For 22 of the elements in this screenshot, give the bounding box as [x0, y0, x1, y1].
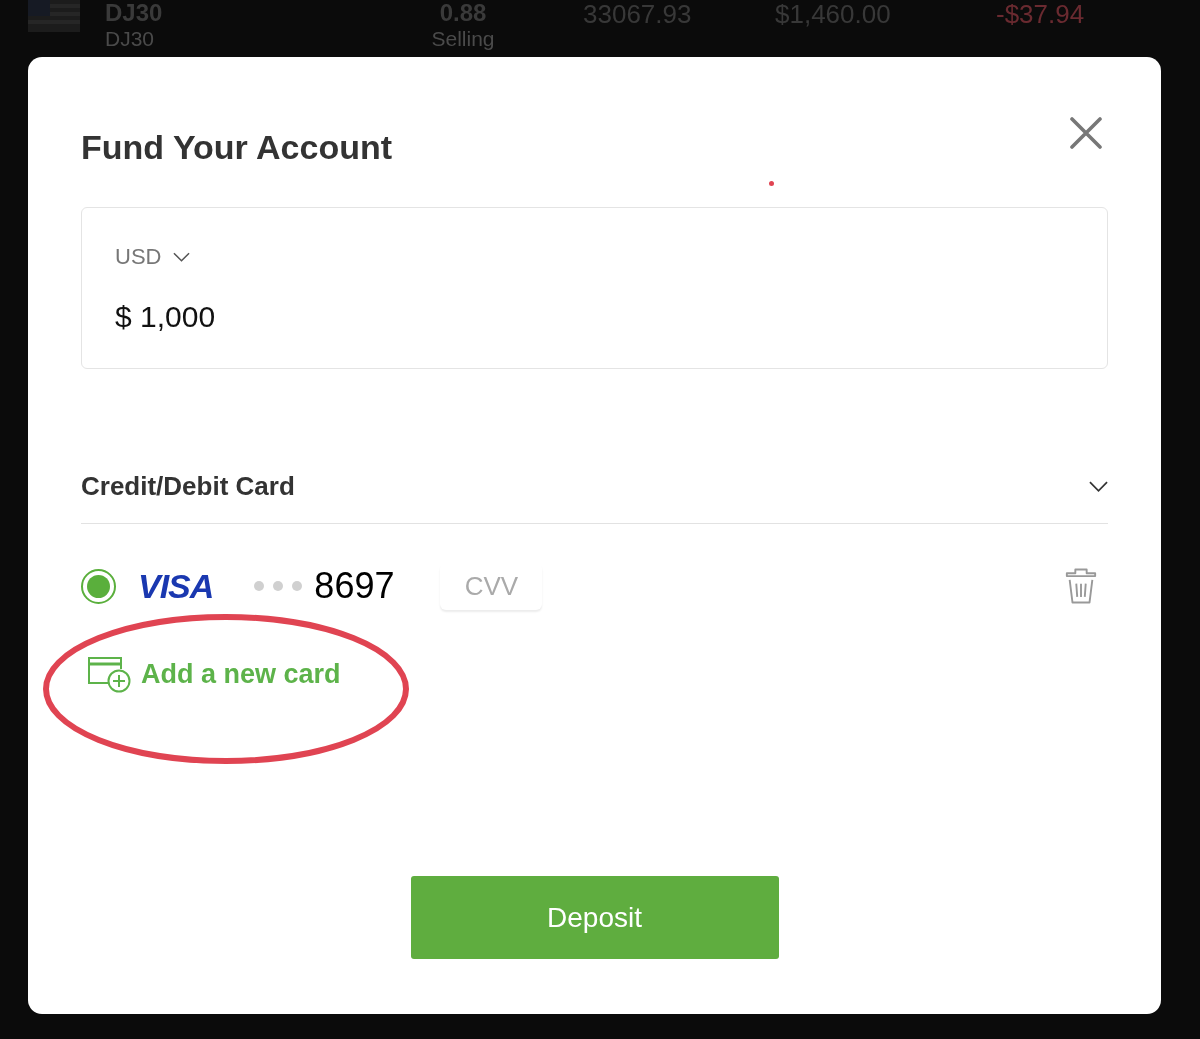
card-last-digits: 8697	[314, 566, 395, 606]
chevron-down-icon[interactable]	[1089, 480, 1108, 492]
currency-selector[interactable]: USD	[115, 243, 191, 271]
trash-icon[interactable]	[1064, 566, 1098, 606]
section-title: Credit/Debit Card	[81, 470, 295, 502]
ellipsis-icon	[253, 580, 304, 592]
cvv-field[interactable]: CVV	[440, 562, 543, 610]
add-card-link[interactable]: Add a new card	[87, 654, 341, 694]
flag-icon	[28, 0, 80, 32]
trade-side: Selling	[431, 26, 495, 51]
card-plus-icon	[87, 655, 131, 693]
card-brand-logo: VISA	[138, 568, 214, 604]
deposit-button[interactable]: Deposit	[410, 876, 779, 959]
dialog-title: Fund Your Account	[81, 127, 392, 167]
instrument-subtitle: DJ30	[105, 26, 155, 51]
close-icon[interactable]	[1070, 117, 1102, 149]
table-cell: -$37.94	[996, 0, 1085, 28]
radio-button[interactable]	[81, 568, 116, 604]
amount-field[interactable]: USD $ 1,000	[81, 207, 1108, 369]
annotation-dot	[769, 181, 774, 186]
amount-value: $ 1,000	[115, 299, 216, 335]
chevron-down-icon	[173, 252, 191, 262]
